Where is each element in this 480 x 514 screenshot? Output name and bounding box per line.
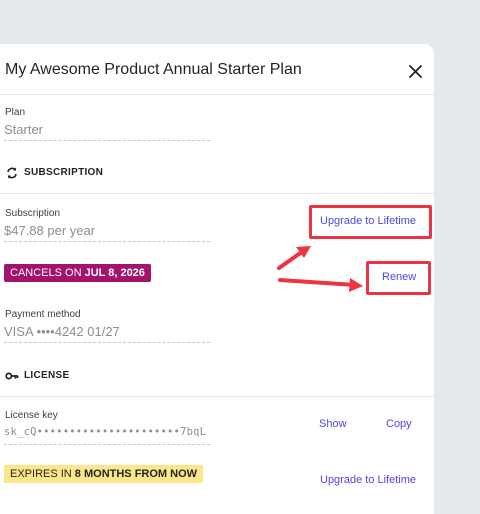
arrow-to-upgrade [277,246,311,270]
arrow-to-renew [278,278,363,292]
annotation-arrows [277,246,363,292]
